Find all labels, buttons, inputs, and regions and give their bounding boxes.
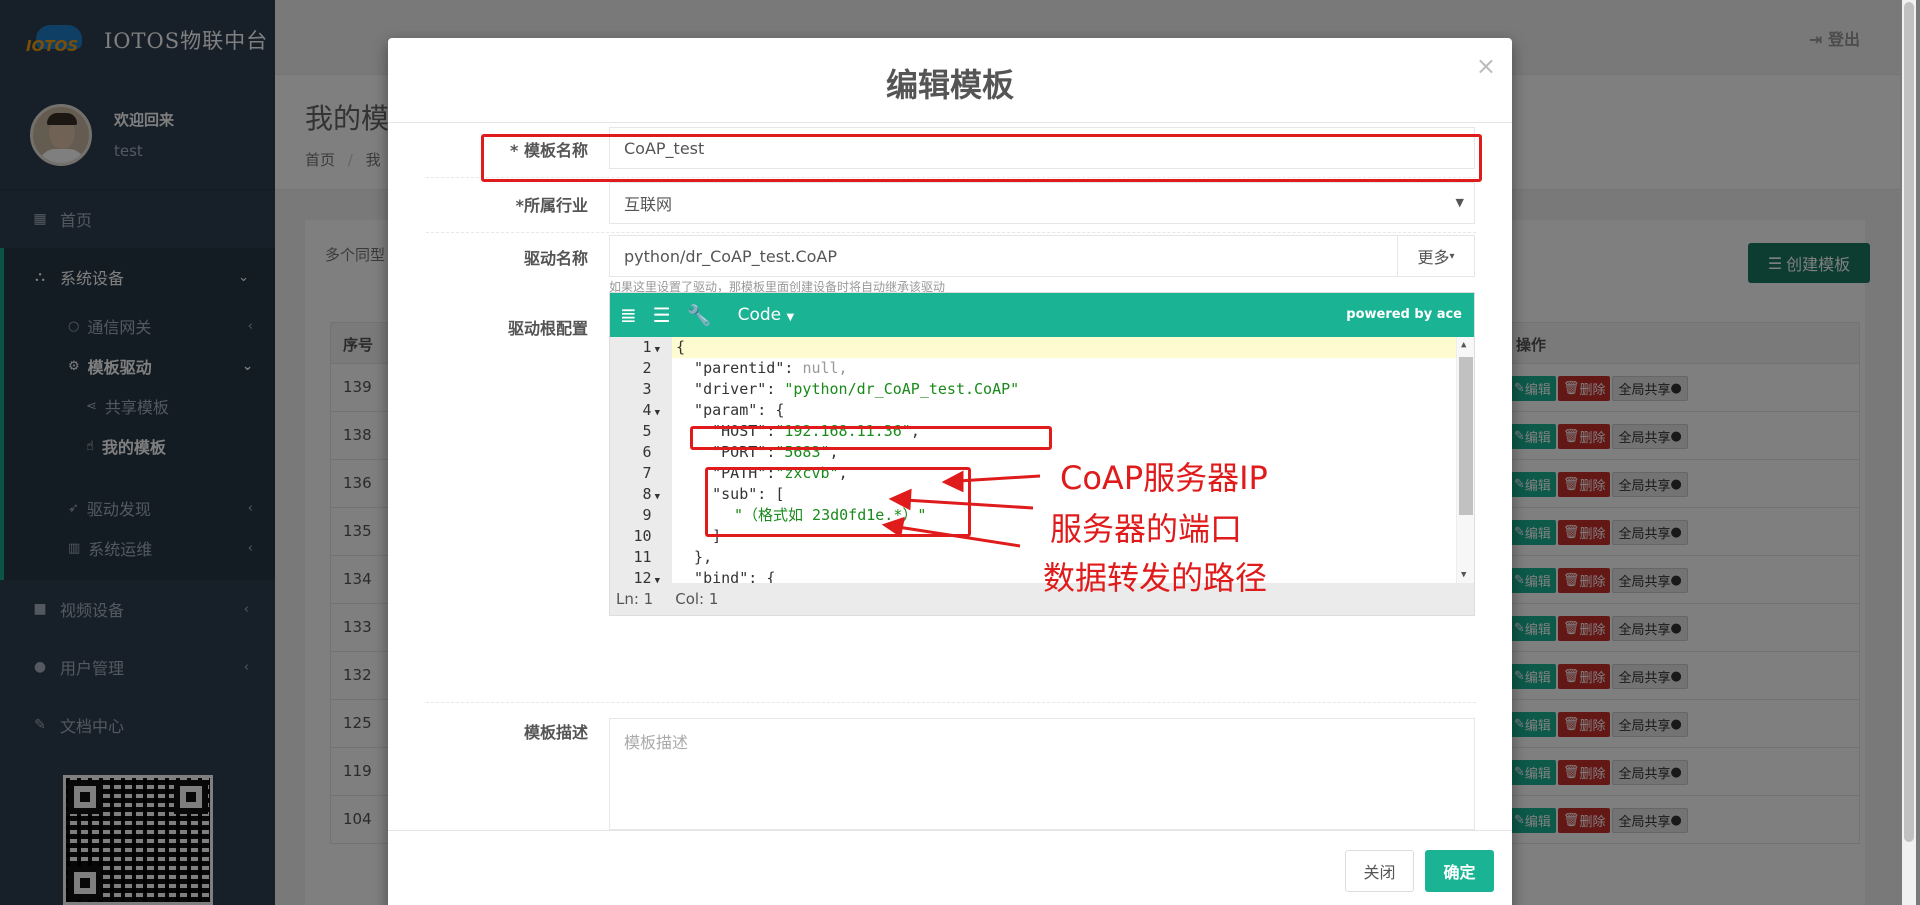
- annotation-path: 数据转发的路径: [1043, 559, 1268, 597]
- annotation-host: CoAP服务器IP: [1060, 459, 1268, 497]
- annotation-port: 服务器的端口: [1050, 510, 1243, 548]
- annotation-arrows: [881, 470, 1041, 548]
